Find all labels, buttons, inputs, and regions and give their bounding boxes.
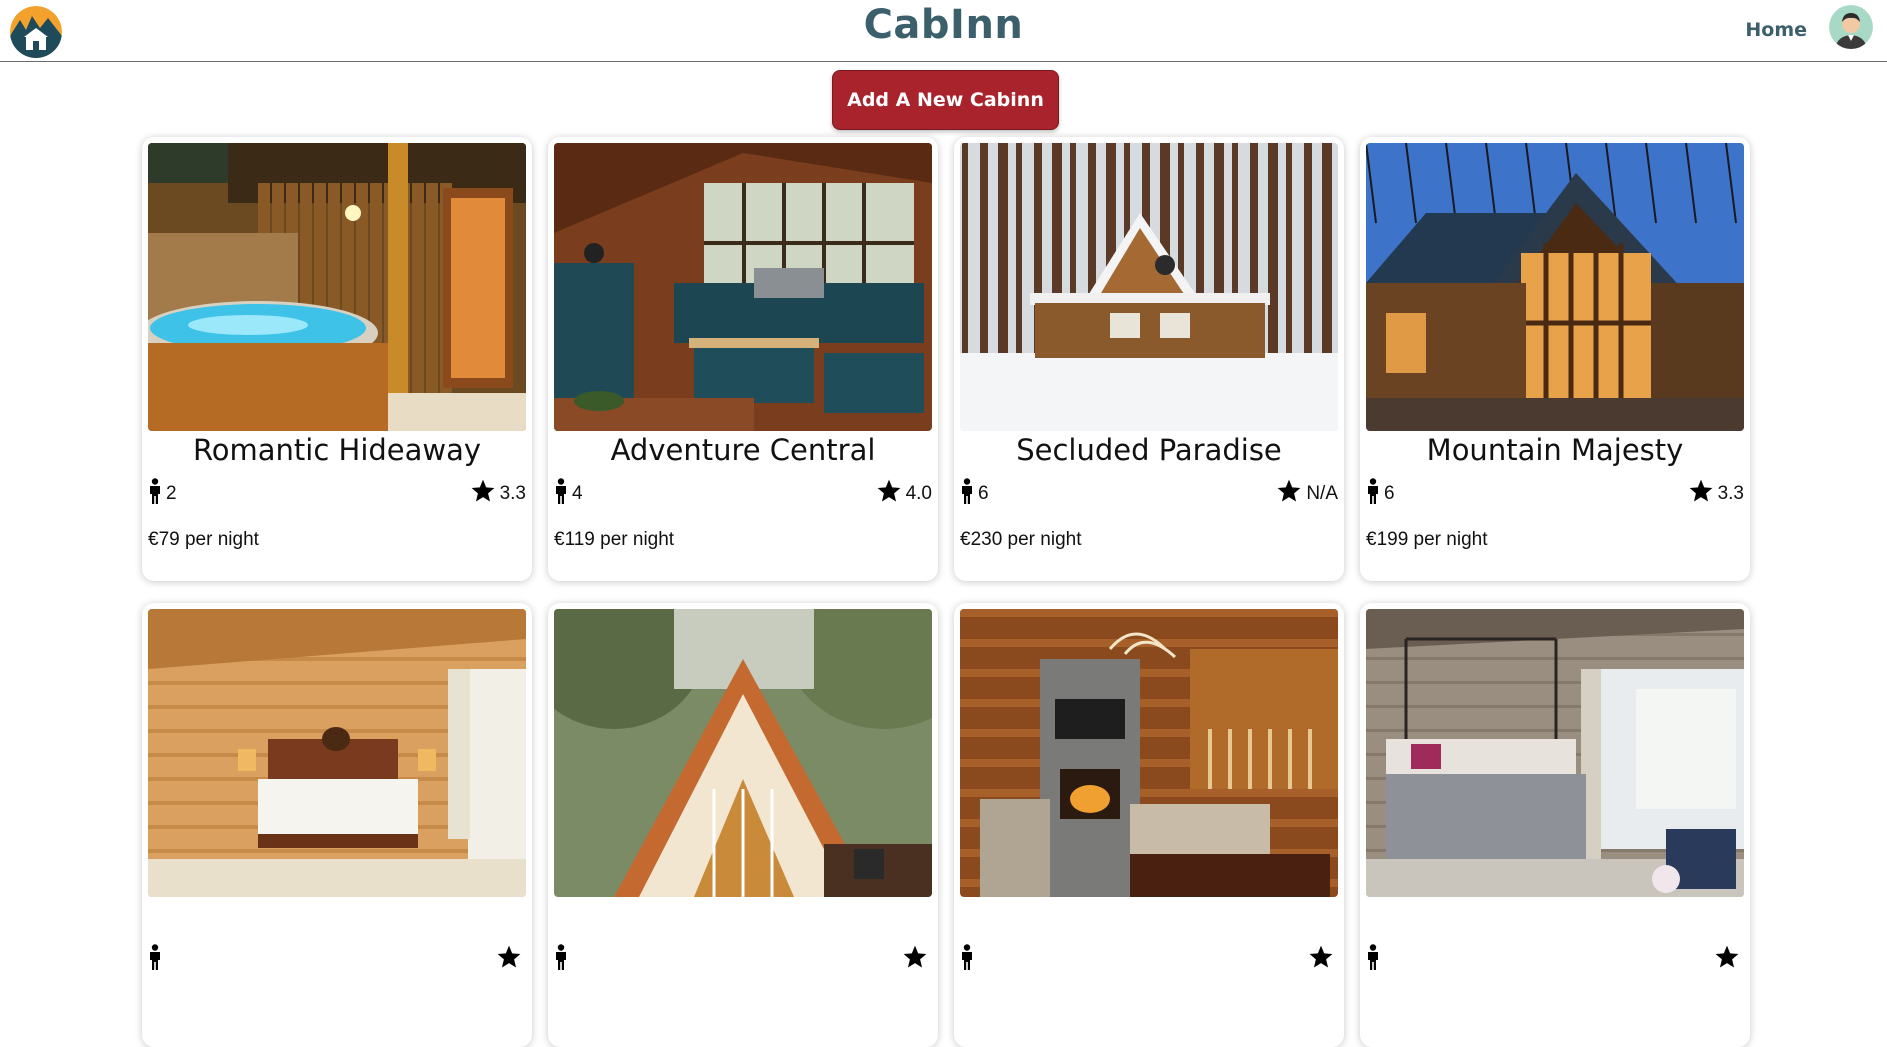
guest-capacity: 6 — [1366, 478, 1395, 510]
cabin-card[interactable] — [1360, 603, 1750, 1047]
a-frame-photo[interactable] — [554, 609, 932, 897]
cabin-card[interactable]: Secluded Paradise 6 N/A €230 per night — [954, 137, 1344, 581]
guest-capacity — [554, 944, 572, 976]
cabin-rating: 3.3 — [470, 479, 526, 509]
rating-value: N/A — [1306, 483, 1338, 504]
cabin-rating — [1714, 945, 1744, 975]
cabin-title: Adventure Central — [610, 433, 876, 467]
living-room-photo[interactable] — [960, 609, 1338, 897]
kitchen-photo[interactable] — [554, 143, 932, 431]
add-cabinn-button[interactable]: Add A New Cabinn — [832, 70, 1059, 130]
person-icon — [1366, 478, 1380, 510]
star-icon — [496, 944, 522, 976]
cabin-card[interactable] — [142, 603, 532, 1047]
cabin-card[interactable]: Adventure Central 4 4.0 €119 per night — [548, 137, 938, 581]
guest-count: 6 — [978, 483, 989, 504]
star-icon — [876, 478, 902, 510]
cabin-card[interactable] — [954, 603, 1344, 1047]
cabin-rating: 4.0 — [876, 479, 932, 509]
user-avatar[interactable] — [1829, 5, 1873, 49]
cabin-rating — [1308, 945, 1338, 975]
guest-capacity — [960, 944, 978, 976]
cabin-title: Romantic Hideaway — [192, 433, 482, 467]
log-bedroom-photo[interactable] — [148, 609, 526, 897]
guest-count: 6 — [1384, 483, 1395, 504]
person-icon — [960, 478, 974, 510]
guest-count: 4 — [572, 483, 583, 504]
night-lodge-photo[interactable] — [1366, 143, 1744, 431]
rating-value: 4.0 — [905, 483, 932, 504]
star-icon — [902, 944, 928, 976]
person-icon — [554, 944, 568, 976]
star-icon — [470, 478, 496, 510]
star-icon — [1688, 478, 1714, 510]
cabin-card[interactable]: Mountain Majesty 6 3.3 €199 per night — [1360, 137, 1750, 581]
guest-capacity — [148, 944, 166, 976]
top-header: CabInn Home — [0, 0, 1887, 62]
person-icon — [960, 944, 974, 976]
hot-tub-photo[interactable] — [148, 143, 526, 431]
guest-capacity — [1366, 944, 1384, 976]
star-icon — [1276, 478, 1302, 510]
canopy-bedroom-photo[interactable] — [1366, 609, 1744, 897]
rating-value: 3.3 — [499, 483, 526, 504]
cabin-card[interactable] — [548, 603, 938, 1047]
person-icon — [1366, 944, 1380, 976]
guest-capacity: 2 — [148, 478, 177, 510]
person-icon — [148, 944, 162, 976]
cabin-card[interactable]: Romantic Hideaway 2 3.3 €79 per night — [142, 137, 532, 581]
person-icon — [554, 478, 568, 510]
guest-capacity: 6 — [960, 478, 989, 510]
cabin-title: Secluded Paradise — [1016, 433, 1282, 467]
rating-value: 3.3 — [1717, 483, 1744, 504]
cabin-price: €199 per night — [1366, 529, 1488, 550]
cabin-rating — [496, 945, 526, 975]
guest-count: 2 — [166, 483, 177, 504]
snow-cabin-photo[interactable] — [960, 143, 1338, 431]
nav-home-link[interactable]: Home — [1745, 19, 1807, 41]
person-icon — [148, 478, 162, 510]
cabin-price: €230 per night — [960, 529, 1082, 550]
cabin-title: Mountain Majesty — [1426, 433, 1684, 467]
cabin-rating: N/A — [1276, 479, 1338, 509]
cabin-rating: 3.3 — [1688, 479, 1744, 509]
brand-title: CabInn — [863, 2, 1024, 48]
cabin-price: €79 per night — [148, 529, 259, 550]
star-icon — [1714, 944, 1740, 976]
guest-capacity: 4 — [554, 478, 583, 510]
star-icon — [1308, 944, 1334, 976]
cabin-rating — [902, 945, 932, 975]
cabin-price: €119 per night — [554, 529, 675, 550]
